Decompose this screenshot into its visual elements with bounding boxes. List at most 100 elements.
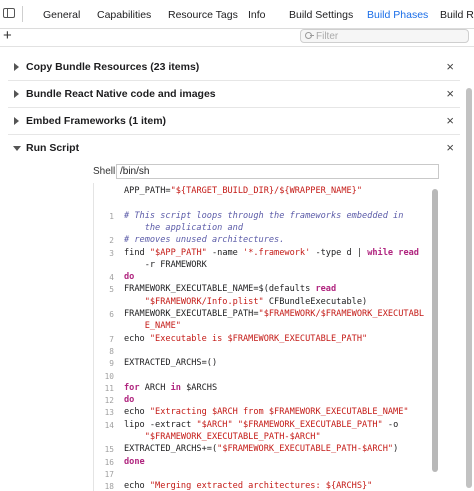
line-number: 7 — [109, 334, 114, 344]
tab-build-rules[interactable]: Build Rul — [440, 9, 474, 21]
line-number: 15 — [104, 445, 114, 455]
code-token: find — [124, 247, 150, 258]
code-token: "Extracting $ARCH from $FRAMEWORK_EXECUT… — [149, 407, 409, 418]
disclosure-chevron-right-icon[interactable] — [14, 90, 19, 98]
code-token: -name — [206, 247, 244, 258]
code-token: CFBundleExecutable) — [263, 296, 368, 307]
code-line: for ARCH in $ARCHS — [124, 383, 217, 393]
code-token: "$FRAMEWORK_EXECUTABLE_PATH-$ARCH" — [144, 432, 321, 442]
delete-phase-button[interactable]: × — [446, 113, 454, 128]
code-token: echo — [124, 407, 150, 418]
code-token: # This script loops through the framewor… — [124, 210, 404, 221]
code-token: read — [398, 247, 419, 258]
phases-toolbar: + Filter — [0, 27, 474, 47]
line-number: 6 — [109, 310, 114, 319]
line-number: 11 — [104, 383, 114, 393]
code-line: echo "Extracting $ARCH from $FRAMEWORK_E… — [124, 407, 409, 417]
tab-general[interactable]: General — [43, 9, 80, 21]
disclosure-chevron-down-icon[interactable] — [13, 146, 21, 151]
code-token: "$FRAMEWORK/$FRAMEWORK_EXECUTABL — [258, 309, 425, 319]
code-token: APP_PATH= — [124, 186, 171, 196]
code-token: "Executable is $FRAMEWORK_EXECUTABLE_PAT… — [149, 333, 368, 344]
phase-title: Copy Bundle Resources (23 items) — [26, 61, 200, 73]
line-number: 3 — [109, 248, 114, 258]
line-number: 5 — [109, 285, 114, 295]
code-line: do — [124, 272, 134, 282]
code-line: echo "Merging extracted architectures: $… — [124, 481, 372, 491]
code-token: -r FRAMEWORK — [124, 259, 207, 270]
code-line: EXTRACTED_ARCHS=() — [124, 358, 217, 368]
code-line: FRAMEWORK_EXECUTABLE_PATH="$FRAMEWORK/$F… — [124, 309, 424, 319]
disclosure-chevron-right-icon[interactable] — [14, 117, 19, 125]
code-line: "$FRAMEWORK_EXECUTABLE_PATH-$ARCH" — [124, 432, 321, 442]
filter-placeholder: Filter — [316, 31, 339, 42]
code-line: EXTRACTED_ARCHS+=("$FRAMEWORK_EXECUTABLE… — [124, 444, 398, 454]
phase-embed-frameworks[interactable]: Embed Frameworks (1 item) × — [8, 108, 460, 135]
tab-resource-tags[interactable]: Resource Tags — [168, 9, 238, 21]
phase-run-script[interactable]: Run Script × — [8, 135, 460, 161]
code-token: read — [315, 284, 337, 295]
sidebar-toggle-icon[interactable] — [3, 8, 15, 18]
line-number: 4 — [109, 273, 114, 283]
code-line: do — [124, 395, 134, 405]
code-line: E_NAME" — [124, 321, 181, 331]
line-number: 18 — [104, 482, 114, 491]
code-line: APP_PATH="${TARGET_BUILD_DIR}/${WRAPPER_… — [124, 186, 362, 196]
script-editor[interactable]: APP_PATH="${TARGET_BUILD_DIR}/${WRAPPER_… — [93, 183, 440, 491]
filter-icon — [305, 32, 314, 39]
content-scrollbar[interactable] — [466, 88, 472, 488]
code-token: EXTRACTED_ARCHS+=( — [124, 444, 218, 455]
line-number: 1 — [109, 211, 114, 221]
phase-copy-bundle-resources[interactable]: Copy Bundle Resources (23 items) × — [8, 54, 460, 81]
line-number: 13 — [104, 408, 114, 418]
tab-build-settings[interactable]: Build Settings — [289, 9, 353, 21]
code-token: the application and — [124, 222, 243, 233]
editor-scrollbar[interactable] — [432, 189, 438, 472]
disclosure-chevron-right-icon[interactable] — [14, 63, 19, 71]
delete-phase-button[interactable]: × — [446, 59, 454, 74]
add-phase-button[interactable]: + — [3, 27, 12, 44]
delete-phase-button[interactable]: × — [446, 86, 454, 101]
tab-build-phases[interactable]: Build Phases — [367, 9, 428, 21]
code-token: echo — [124, 333, 150, 344]
line-number: 17 — [104, 469, 114, 479]
code-token: for — [124, 382, 140, 393]
code-line: -r FRAMEWORK — [124, 260, 207, 270]
shell-label: Shell — [93, 166, 116, 177]
code-line: find "$APP_PATH" -name '*.framework' -ty… — [124, 248, 419, 258]
tab-info[interactable]: Info — [248, 9, 266, 21]
phase-title: Bundle React Native code and images — [26, 88, 216, 100]
code-token: "$APP_PATH" — [149, 247, 207, 258]
code-token: FRAMEWORK_EXECUTABLE_NAME=$(defaults — [124, 284, 316, 295]
shell-field[interactable]: /bin/sh — [116, 164, 439, 179]
code-token: ARCH — [139, 382, 171, 393]
code-token: "Merging extracted architectures: ${ARCH… — [149, 481, 373, 491]
code-token: echo — [124, 481, 150, 491]
code-line: FRAMEWORK_EXECUTABLE_NAME=$(defaults rea… — [124, 284, 336, 294]
line-number: 14 — [104, 420, 114, 430]
code-token: $ARCHS — [180, 382, 218, 393]
code-token: "$FRAMEWORK_EXECUTABLE_PATH-$ARCH" — [217, 444, 394, 455]
line-number: 10 — [104, 371, 114, 381]
line-number: 12 — [104, 396, 114, 406]
code-token: # removes unused architectures. — [124, 235, 285, 246]
code-line: # removes unused architectures. — [124, 235, 284, 245]
code-token: ) — [393, 444, 399, 455]
code-token: "$FRAMEWORK/Info.plist" — [144, 296, 264, 307]
line-number: 2 — [109, 236, 114, 246]
code-token: done — [124, 456, 145, 467]
delete-phase-button[interactable]: × — [446, 140, 454, 155]
code-line: echo "Executable is $FRAMEWORK_EXECUTABL… — [124, 334, 367, 344]
code-token: "$ARCH" — [196, 419, 233, 430]
tab-capabilities[interactable]: Capabilities — [97, 9, 151, 21]
phase-title: Run Script — [26, 142, 80, 154]
code-token: lipo -extract — [124, 419, 197, 430]
shell-value: /bin/sh — [120, 166, 150, 177]
code-token: -type d | — [310, 247, 368, 258]
line-number: 8 — [109, 346, 114, 356]
phase-bundle-react-native[interactable]: Bundle React Native code and images × — [8, 81, 460, 108]
filter-field[interactable]: Filter — [300, 29, 469, 43]
tab-divider — [22, 6, 23, 22]
code-token: do — [124, 395, 135, 406]
